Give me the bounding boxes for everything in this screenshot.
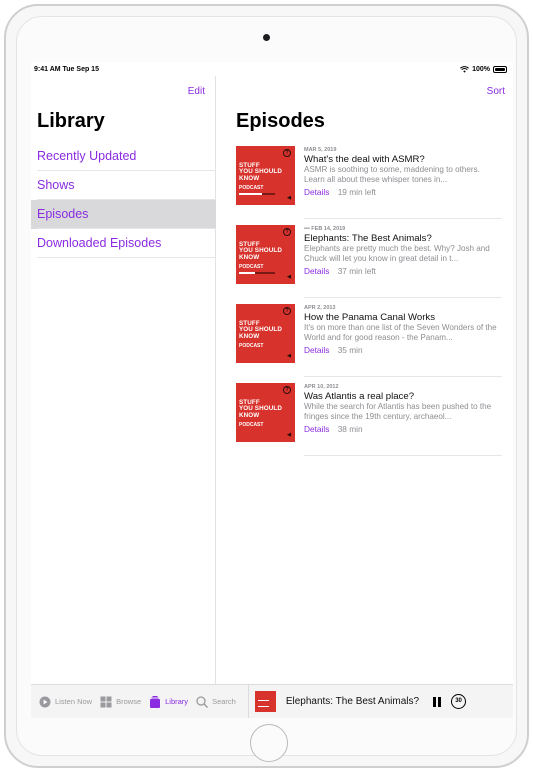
page-title: Episodes — [236, 110, 325, 132]
progress-bar — [239, 272, 275, 274]
main-content: Sort Episodes ? STUFF YOU SHOULD KNOW PO… — [217, 76, 513, 684]
tab-search[interactable]: Search — [196, 695, 236, 708]
battery-icon — [493, 65, 507, 73]
episode-duration: 19 min left — [337, 187, 376, 197]
now-playing-title[interactable]: Elephants: The Best Animals? — [286, 696, 419, 707]
episode-date: MAR 5, 2019 — [304, 147, 337, 153]
episode-meta: Details 19 min left — [304, 185, 502, 199]
episode-duration: 37 min left — [337, 266, 376, 276]
speaker-icon: ◀ — [287, 353, 291, 359]
sort-button[interactable]: Sort — [487, 86, 505, 97]
battery-percent: 100% — [472, 65, 490, 73]
status-right: 100% — [460, 65, 507, 73]
episode-meta: Details 37 min left — [304, 264, 502, 278]
status-time: 9:41 AM Tue Sep 15 — [34, 65, 99, 73]
progress-fill — [239, 193, 263, 195]
status-bar: 9:41 AM Tue Sep 15 100% — [31, 62, 513, 76]
art-badge-icon: ? — [283, 228, 291, 236]
sidebar-title: Library — [37, 110, 105, 132]
sidebar-item-recently-updated[interactable]: Recently Updated — [31, 142, 216, 171]
tab-label: Search — [212, 697, 236, 706]
episode-artwork[interactable]: ? STUFF YOU SHOULD KNOW PODCAST ◀ — [236, 304, 295, 363]
tab-label: Listen Now — [55, 697, 93, 706]
progress-fill — [239, 272, 256, 274]
mini-player-artwork[interactable] — [254, 691, 276, 712]
episode-meta: Details 38 min — [304, 422, 502, 436]
skip-forward-30-icon[interactable]: 30 — [451, 694, 467, 709]
episode-description: It's on more than one list of the Seven … — [304, 323, 497, 342]
front-camera — [263, 34, 270, 41]
library-icon — [150, 695, 161, 708]
art-badge-icon: ? — [283, 307, 291, 315]
episode-info: MAR 5, 2019 What's the deal with ASMR? A… — [304, 146, 502, 219]
episode-duration: 35 min — [337, 345, 363, 355]
episode-artwork[interactable]: ? STUFF YOU SHOULD KNOW PODCAST ◀ — [236, 146, 295, 205]
tab-browse[interactable]: Browse — [100, 696, 141, 708]
wifi-icon — [460, 65, 470, 73]
tab-listen-now[interactable]: Listen Now — [39, 696, 92, 708]
search-icon — [196, 695, 209, 708]
home-button[interactable] — [250, 724, 288, 762]
artwork-podcast-label: PODCAST — [239, 264, 264, 270]
screen: 9:41 AM Tue Sep 15 100% Edit Library Rec… — [31, 62, 513, 718]
episode-date: ••• FEB 14, 2019 — [304, 226, 346, 232]
play-circle-icon — [39, 696, 51, 707]
episode-date: APR 2, 2013 — [304, 305, 336, 311]
tab-bar: Listen Now Browse Library Search Elephan… — [31, 684, 513, 718]
progress-bar — [239, 193, 275, 195]
episode-description: While the search for Atlantis has been p… — [304, 402, 492, 421]
episode-artwork[interactable]: ? STUFF YOU SHOULD KNOW PODCAST ◀ — [236, 225, 295, 284]
episode-list: ? STUFF YOU SHOULD KNOW PODCAST ◀ MAR 5,… — [236, 146, 506, 462]
artwork-text: STUFF YOU SHOULD KNOW — [239, 399, 282, 419]
artwork-text: STUFF YOU SHOULD KNOW — [239, 320, 282, 340]
artwork-podcast-label: PODCAST — [239, 343, 264, 349]
episode-row[interactable]: ? STUFF YOU SHOULD KNOW PODCAST ◀ APR 10… — [236, 383, 506, 462]
mini-player[interactable]: Elephants: The Best Animals? 30 — [249, 691, 513, 712]
episode-info: APR 2, 2013 How the Panama Canal Works I… — [304, 304, 502, 377]
episode-description: ASMR is soothing to some, maddening to o… — [304, 165, 480, 184]
episode-title[interactable]: Elephants: The Best Animals? — [304, 233, 502, 244]
episode-row[interactable]: ? STUFF YOU SHOULD KNOW PODCAST ◀ ••• FE… — [236, 225, 506, 304]
episode-date: APR 10, 2012 — [304, 384, 339, 390]
episode-info: ••• FEB 14, 2019 Elephants: The Best Ani… — [304, 225, 502, 298]
episode-title[interactable]: How the Panama Canal Works — [304, 312, 502, 323]
sidebar-item-shows[interactable]: Shows — [31, 171, 216, 200]
episode-title[interactable]: Was Atlantis a real place? — [304, 391, 502, 402]
art-badge-icon: ? — [283, 386, 291, 394]
episode-artwork[interactable]: ? STUFF YOU SHOULD KNOW PODCAST ◀ — [236, 383, 295, 442]
episode-description: Elephants are pretty much the best. Why?… — [304, 244, 490, 263]
sidebar-list: Recently Updated Shows Episodes Download… — [31, 142, 216, 258]
episode-info: APR 10, 2012 Was Atlantis a real place? … — [304, 383, 502, 456]
pause-icon[interactable] — [433, 696, 442, 707]
episode-row[interactable]: ? STUFF YOU SHOULD KNOW PODCAST ◀ APR 2,… — [236, 304, 506, 383]
speaker-icon: ◀ — [287, 274, 291, 280]
speaker-icon: ◀ — [287, 195, 291, 201]
artwork-text: STUFF YOU SHOULD KNOW — [239, 162, 282, 182]
grid-icon — [100, 696, 112, 707]
edit-button[interactable]: Edit — [188, 86, 205, 97]
sidebar-item-downloaded-episodes[interactable]: Downloaded Episodes — [31, 229, 216, 258]
details-link[interactable]: Details — [304, 424, 329, 434]
speaker-icon: ◀ — [287, 432, 291, 438]
episode-duration: 38 min — [337, 424, 363, 434]
artwork-podcast-label: PODCAST — [239, 422, 264, 428]
details-link[interactable]: Details — [304, 266, 329, 276]
sidebar: Edit Library Recently Updated Shows Epis… — [31, 76, 216, 684]
artwork-podcast-label: PODCAST — [239, 185, 264, 191]
sidebar-item-episodes[interactable]: Episodes — [31, 200, 216, 229]
tab-library[interactable]: Library — [149, 695, 189, 708]
episode-row[interactable]: ? STUFF YOU SHOULD KNOW PODCAST ◀ MAR 5,… — [236, 146, 506, 225]
episode-title[interactable]: What's the deal with ASMR? — [304, 154, 502, 165]
artwork-text: STUFF YOU SHOULD KNOW — [239, 241, 282, 261]
episode-meta: Details 35 min — [304, 343, 502, 357]
tab-label: Browse — [116, 697, 142, 706]
tab-label: Library — [165, 697, 189, 706]
details-link[interactable]: Details — [304, 345, 329, 355]
art-badge-icon: ? — [283, 149, 291, 157]
details-link[interactable]: Details — [304, 187, 329, 197]
